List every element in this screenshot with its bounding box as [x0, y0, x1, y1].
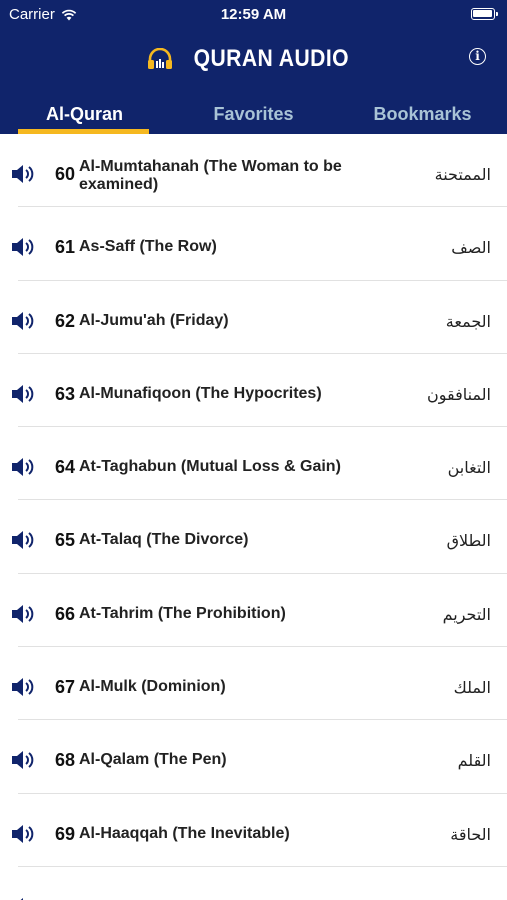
- tab-label: Bookmarks: [373, 104, 472, 124]
- surah-arabic-name: الصف: [451, 238, 491, 258]
- status-time: 12:59 AM: [220, 6, 287, 23]
- surah-arabic-name: الملك: [453, 678, 491, 698]
- tab-al-quran[interactable]: Al-Quran: [0, 98, 169, 134]
- surah-number: 65: [54, 530, 75, 551]
- speaker-icon[interactable]: [11, 823, 35, 845]
- surah-list: 60 Al-Mumtahanah (The Woman to be examin…: [0, 134, 507, 867]
- surah-name: As-Saff (The Row): [79, 238, 217, 256]
- surah-row[interactable]: 67 Al-Mulk (Dominion) الملك: [0, 647, 507, 721]
- surah-arabic-name: الجمعة: [445, 311, 491, 331]
- surah-number: 67: [54, 677, 75, 698]
- surah-number: 64: [54, 457, 75, 478]
- speaker-icon[interactable]: [11, 163, 35, 185]
- tab-bar: Al-Quran Favorites Bookmarks: [0, 98, 507, 134]
- surah-name: Al-Jumu'ah (Friday): [79, 311, 229, 329]
- brand: QURAN AUDIO: [0, 44, 507, 74]
- surah-name: At-Tahrim (The Prohibition): [79, 604, 286, 622]
- surah-name: Al-Qalam (The Pen): [79, 751, 227, 769]
- speaker-icon[interactable]: [11, 456, 35, 478]
- surah-number: 62: [54, 310, 75, 331]
- surah-name: At-Taghabun (Mutual Loss & Gain): [79, 458, 341, 476]
- app-header: Carrier 12:59 AM QURAN AUDIO i Al-Quran: [0, 0, 507, 134]
- surah-number: 63: [54, 383, 75, 404]
- info-icon[interactable]: i: [469, 48, 486, 65]
- surah-row[interactable]: 60 Al-Mumtahanah (The Woman to be examin…: [0, 134, 507, 208]
- surah-row[interactable]: 65 At-Talaq (The Divorce) الطلاق: [0, 500, 507, 574]
- status-bar: Carrier 12:59 AM: [0, 0, 507, 28]
- speaker-icon[interactable]: [11, 603, 35, 625]
- surah-row[interactable]: 66 At-Tahrim (The Prohibition) التحريم: [0, 574, 507, 648]
- battery-icon: [471, 8, 498, 20]
- speaker-icon[interactable]: [11, 383, 35, 405]
- surah-name: At-Talaq (The Divorce): [79, 531, 249, 549]
- surah-arabic-name: التغابن: [447, 458, 491, 478]
- row-divider: [18, 865, 507, 867]
- app-title: QURAN AUDIO: [193, 45, 350, 72]
- speaker-icon[interactable]: [11, 749, 35, 771]
- tab-label: Al-Quran: [45, 104, 123, 124]
- surah-name: Al-Munafiqoon (The Hypocrites): [79, 384, 322, 402]
- surah-name: Al-Mulk (Dominion): [79, 678, 226, 696]
- tab-label: Favorites: [213, 104, 294, 124]
- surah-number: 69: [54, 823, 75, 844]
- speaker-icon[interactable]: [11, 896, 35, 900]
- surah-number: 66: [54, 603, 75, 624]
- surah-row[interactable]: 69 Al-Haaqqah (The Inevitable) الحاقة: [0, 794, 507, 867]
- speaker-icon[interactable]: [11, 529, 35, 551]
- surah-row[interactable]: 68 Al-Qalam (The Pen) القلم: [0, 720, 507, 794]
- tab-favorites[interactable]: Favorites: [169, 98, 338, 134]
- surah-row-partial[interactable]: [0, 869, 507, 900]
- headphones-icon: [148, 48, 173, 69]
- surah-row[interactable]: 61 As-Saff (The Row) الصف: [0, 207, 507, 281]
- surah-name: Al-Mumtahanah (The Woman to be examined): [79, 158, 342, 193]
- surah-number: 61: [54, 237, 75, 258]
- surah-number: 60: [54, 164, 75, 184]
- speaker-icon[interactable]: [11, 676, 35, 698]
- surah-name: Al-Haaqqah (The Inevitable): [79, 824, 290, 842]
- tab-bookmarks[interactable]: Bookmarks: [338, 98, 507, 134]
- surah-row[interactable]: 62 Al-Jumu'ah (Friday) الجمعة: [0, 281, 507, 354]
- surah-arabic-name: الحاقة: [450, 824, 491, 844]
- surah-arabic-name: الطلاق: [446, 531, 491, 551]
- surah-row[interactable]: 64 At-Taghabun (Mutual Loss & Gain) التغ…: [0, 427, 507, 501]
- surah-arabic-name: التحريم: [442, 604, 491, 624]
- surah-arabic-name: القلم: [457, 751, 491, 771]
- speaker-icon[interactable]: [11, 236, 35, 258]
- surah-arabic-name: الممتحنة: [434, 165, 491, 184]
- speaker-icon[interactable]: [11, 310, 35, 332]
- surah-number: 68: [54, 750, 75, 771]
- surah-row[interactable]: 63 Al-Munafiqoon (The Hypocrites) المناف…: [0, 354, 507, 428]
- surah-arabic-name: المنافقون: [426, 384, 491, 404]
